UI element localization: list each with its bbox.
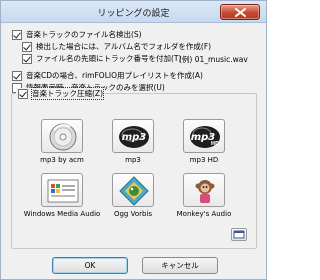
compression-option[interactable]: 音楽トラック圧縮(Z) (16, 87, 105, 100)
windows-media-audio-icon (47, 179, 79, 203)
close-icon (235, 8, 246, 17)
close-button[interactable] (220, 4, 260, 20)
cancel-button[interactable]: キャンセル (142, 257, 218, 274)
album-folder-checkbox[interactable] (22, 41, 32, 52)
filename-check-label: 音楽トラックのファイル名検出(S) (26, 30, 142, 39)
encoder-wma-button[interactable] (41, 173, 83, 207)
ogg-vorbis-icon (119, 176, 149, 206)
encoder-mp3-hd-button[interactable]: mp3 HD (183, 119, 225, 153)
track-number-example: (例) 01_music.wav (179, 55, 248, 64)
encoder-label: mp3 by acm (40, 156, 84, 164)
mp3-compact-disc-icon (49, 123, 77, 151)
encoder-label: mp3 (125, 156, 141, 164)
encoder-settings-button[interactable] (231, 228, 247, 241)
album-folder-label: 検出した場合には、アルバム名でフォルダを作成(F) (36, 42, 212, 51)
track-number-label: ファイル名の先頭にトラック番号を付加(T) (36, 54, 182, 63)
mp3-logo-icon: mp3 (119, 126, 149, 148)
encoder-mp3-acm-button[interactable] (41, 119, 83, 153)
encoder-label: mp3 HD (189, 156, 219, 164)
encoder-ogg-vorbis-button[interactable] (112, 173, 154, 207)
filename-check-checkbox[interactable] (12, 29, 22, 40)
compression-checkbox[interactable] (18, 88, 28, 99)
window-icon (233, 230, 245, 239)
filename-check-option[interactable]: 音楽トラックのファイル名検出(S) (12, 29, 142, 40)
playlist-option[interactable]: 音楽CDの場合、rimFOLIO用プレイリストを作成(A) (12, 70, 203, 81)
encoder-monkeys-audio-button[interactable] (183, 173, 225, 207)
encoder-label: Monkey's Audio (176, 210, 232, 218)
encoder-label: Windows Media Audio (23, 210, 101, 218)
track-number-checkbox[interactable] (22, 53, 32, 64)
compression-label: 音楽トラック圧縮(Z) (31, 87, 104, 100)
mp3-hd-logo-icon: mp3 HD (190, 126, 220, 148)
svg-text:HD: HD (211, 141, 219, 147)
ok-button[interactable]: OK (52, 257, 128, 274)
compression-group: 音楽トラック圧縮(Z) (11, 87, 257, 249)
playlist-label: 音楽CDの場合、rimFOLIO用プレイリストを作成(A) (26, 71, 203, 80)
album-folder-option[interactable]: 検出した場合には、アルバム名でフォルダを作成(F) (22, 41, 211, 52)
encoder-label: Ogg Vorbis (113, 210, 153, 218)
svg-text:mp3: mp3 (122, 132, 147, 143)
track-number-option[interactable]: ファイル名の先頭にトラック番号を付加(T) (22, 53, 181, 64)
dialog-window: リッピングの設定 音楽トラックのファイル名検出(S) 検出した場合には、アルバム… (0, 0, 267, 280)
monkeys-audio-icon (195, 180, 215, 203)
playlist-checkbox[interactable] (12, 70, 22, 81)
title-bar[interactable]: リッピングの設定 (1, 1, 266, 23)
encoder-mp3-button[interactable]: mp3 (112, 119, 154, 153)
